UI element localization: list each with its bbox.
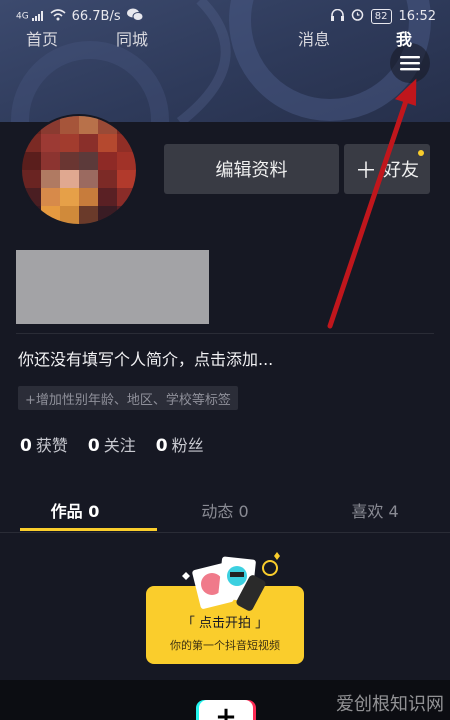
- status-bar: 4G 66.7B/s 82 16:52: [0, 0, 450, 32]
- username-redacted: [16, 250, 209, 324]
- followers-label: 粉丝: [171, 436, 204, 455]
- edit-profile-button[interactable]: 编辑资料: [164, 144, 339, 194]
- shoot-card-title: 「 点击开拍 」: [181, 616, 269, 631]
- bio-placeholder[interactable]: 你还没有填写个人简介，点击添加...: [18, 346, 273, 370]
- signal-icon: 4G: [16, 11, 44, 22]
- battery-indicator: 82: [370, 9, 392, 24]
- add-friend-label: 好友: [383, 160, 419, 181]
- add-friend-button[interactable]: ＋ 好友: [344, 144, 430, 194]
- likes-label: 获赞: [35, 436, 68, 455]
- likes-stat[interactable]: 0 获赞: [20, 432, 68, 456]
- nav-messages[interactable]: 消息: [298, 26, 330, 50]
- create-video-button[interactable]: +: [199, 700, 253, 720]
- content-tabs: 作品 0 动态 0 喜欢 4: [0, 488, 450, 532]
- tab-likes[interactable]: 喜欢 4: [300, 488, 450, 532]
- divider: [16, 333, 434, 334]
- network-type: 4G: [16, 11, 29, 22]
- headphones-icon: [330, 8, 344, 25]
- likes-count: 0: [20, 436, 32, 456]
- following-count: 0: [87, 436, 100, 456]
- tab-works[interactable]: 作品 0: [0, 488, 150, 532]
- camera-stickers-icon: [182, 552, 280, 611]
- avatar-mosaic: [22, 116, 136, 224]
- notification-dot: [418, 150, 424, 156]
- avatar[interactable]: [20, 114, 138, 226]
- watermark: 爱创根知识网: [336, 694, 444, 715]
- plus-icon: ＋: [354, 159, 377, 184]
- nav-nearby[interactable]: 同城: [116, 26, 148, 50]
- network-speed: 66.7B/s: [71, 9, 121, 24]
- followers-count: 0: [155, 436, 168, 456]
- nav-me[interactable]: 我: [396, 26, 412, 50]
- nav-home[interactable]: 首页: [26, 26, 58, 50]
- wechat-icon: [126, 8, 144, 25]
- following-label: 关注: [103, 436, 136, 455]
- active-tab-indicator: [20, 528, 157, 531]
- divider: [0, 532, 450, 533]
- edit-profile-label: 编辑资料: [215, 160, 288, 181]
- profile-stats: 0 获赞 0 关注 0 粉丝: [20, 432, 204, 456]
- clock-time: 16:52: [398, 9, 436, 24]
- add-tags-button[interactable]: +增加性别年龄、地区、学校等标签: [18, 386, 238, 410]
- tab-moments[interactable]: 动态 0: [150, 488, 300, 532]
- wifi-icon: [50, 8, 66, 25]
- following-stat[interactable]: 0 关注: [88, 432, 136, 456]
- followers-stat[interactable]: 0 粉丝: [156, 432, 204, 456]
- plus-icon: +: [215, 702, 237, 720]
- shoot-card-subtitle: 你的第一个抖音短视频: [170, 639, 280, 652]
- alarm-icon: [351, 8, 364, 25]
